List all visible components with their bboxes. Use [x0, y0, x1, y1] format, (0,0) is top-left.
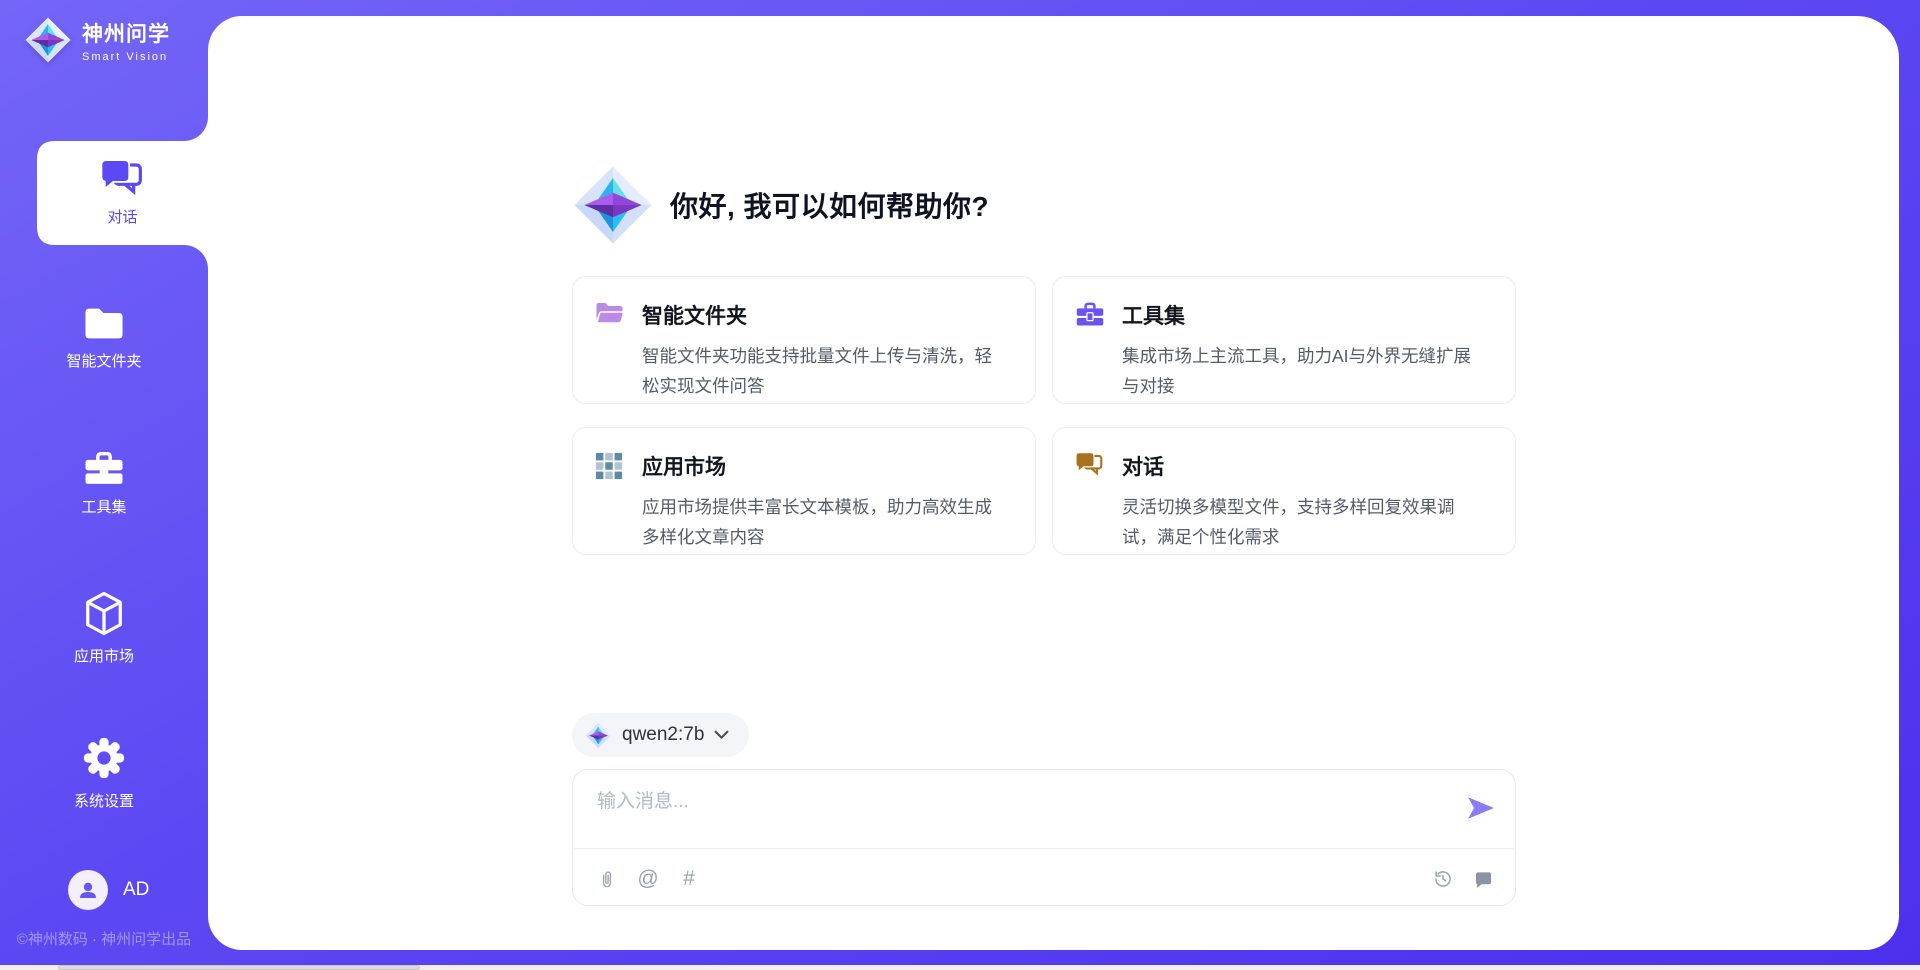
topic-button[interactable]: #: [677, 866, 701, 892]
message-input-box: @ #: [572, 769, 1516, 906]
card-description: 灵活切换多模型文件，支持多样回复效果调试，满足个性化需求: [1122, 492, 1474, 552]
sidebar-item-toolbox[interactable]: 工具集: [0, 431, 208, 535]
sidebar-item-label: 应用市场: [74, 645, 134, 666]
card-chat[interactable]: 对话 灵活切换多模型文件，支持多样回复效果调试，满足个性化需求: [1052, 427, 1516, 555]
copyright-text: ©神州数码 · 神州问学出品: [0, 928, 208, 949]
toolbox-icon: [1075, 301, 1105, 328]
card-smart-folder[interactable]: 智能文件夹 智能文件夹功能支持批量文件上传与清洗，轻松实现文件问答: [572, 276, 1036, 404]
scrollbar-thumb[interactable]: [58, 965, 420, 970]
card-title: 智能文件夹: [642, 300, 994, 330]
gear-icon: [81, 735, 127, 781]
brand: 神州问学 Smart Vision: [24, 16, 170, 64]
feature-cards: 智能文件夹 智能文件夹功能支持批量文件上传与清洗，轻松实现文件问答 工具集 集成…: [572, 276, 1516, 555]
chat-icon: [1075, 452, 1105, 478]
sidebar: 神州问学 Smart Vision 对话 智能文件夹 工具集: [0, 0, 208, 970]
card-toolbox[interactable]: 工具集 集成市场上主流工具，助力AI与外界无缝扩展与对接: [1052, 276, 1516, 404]
chat-bubble-icon: [1474, 870, 1493, 889]
send-icon[interactable]: [1467, 796, 1495, 820]
card-description: 集成市场上主流工具，助力AI与外界无缝扩展与对接: [1122, 341, 1474, 401]
card-description: 智能文件夹功能支持批量文件上传与清洗，轻松实现文件问答: [642, 341, 994, 401]
conversations-button[interactable]: [1471, 866, 1495, 892]
person-icon: [76, 878, 100, 902]
diamond-logo-icon: [24, 16, 72, 64]
topic-icon: #: [683, 867, 695, 891]
horizontal-scrollbar: [0, 965, 1920, 970]
greeting-title: 你好, 我可以如何帮助你?: [670, 185, 989, 225]
history-icon: [1433, 869, 1453, 889]
avatar: [68, 870, 108, 910]
attach-icon: [598, 868, 616, 891]
mention-icon: @: [637, 867, 658, 891]
message-input[interactable]: [597, 786, 1447, 844]
mention-button[interactable]: @: [636, 866, 660, 892]
history-button[interactable]: [1431, 866, 1455, 892]
user-account[interactable]: AD: [68, 870, 149, 910]
divider: [573, 848, 1515, 849]
sidebar-item-label: 系统设置: [74, 790, 134, 811]
brand-tagline: Smart Vision: [82, 51, 170, 63]
composer: qwen2:7b @: [572, 713, 1516, 906]
model-name: qwen2:7b: [622, 724, 704, 746]
sidebar-item-label: 对话: [107, 206, 137, 227]
card-title: 对话: [1122, 451, 1474, 481]
greeting: 你好, 我可以如何帮助你?: [572, 164, 989, 246]
card-title: 工具集: [1122, 300, 1474, 330]
sidebar-item-label: 智能文件夹: [66, 350, 141, 371]
folder-icon: [595, 301, 625, 326]
brand-name: 神州问学: [82, 18, 170, 48]
grid-icon: [595, 452, 623, 480]
model-selector[interactable]: qwen2:7b: [572, 713, 749, 757]
sidebar-item-settings[interactable]: 系统设置: [0, 721, 208, 825]
input-toolbar: @ #: [595, 864, 1495, 894]
sidebar-item-smart-folder[interactable]: 智能文件夹: [0, 286, 208, 390]
cube-icon: [84, 591, 124, 636]
folder-icon: [83, 306, 125, 341]
sidebar-item-chat[interactable]: 对话: [37, 141, 208, 245]
card-app-market[interactable]: 应用市场 应用市场提供丰富长文本模板，助力高效生成多样化文章内容: [572, 427, 1036, 555]
diamond-logo-icon: [572, 164, 654, 246]
diamond-logo-icon: [585, 722, 612, 749]
toolbox-icon: [83, 450, 125, 487]
card-title: 应用市场: [642, 451, 994, 481]
attach-button[interactable]: [595, 866, 619, 892]
card-description: 应用市场提供丰富长文本模板，助力高效生成多样化文章内容: [642, 492, 994, 552]
user-initials: AD: [123, 879, 149, 901]
chat-icon: [99, 159, 147, 199]
main-panel: 你好, 我可以如何帮助你? 智能文件夹 智能文件夹功能支持批量文件上传与清洗，轻…: [208, 16, 1899, 950]
sidebar-item-app-market[interactable]: 应用市场: [0, 576, 208, 680]
sidebar-item-label: 工具集: [81, 496, 126, 517]
chevron-down-icon: [714, 730, 729, 740]
